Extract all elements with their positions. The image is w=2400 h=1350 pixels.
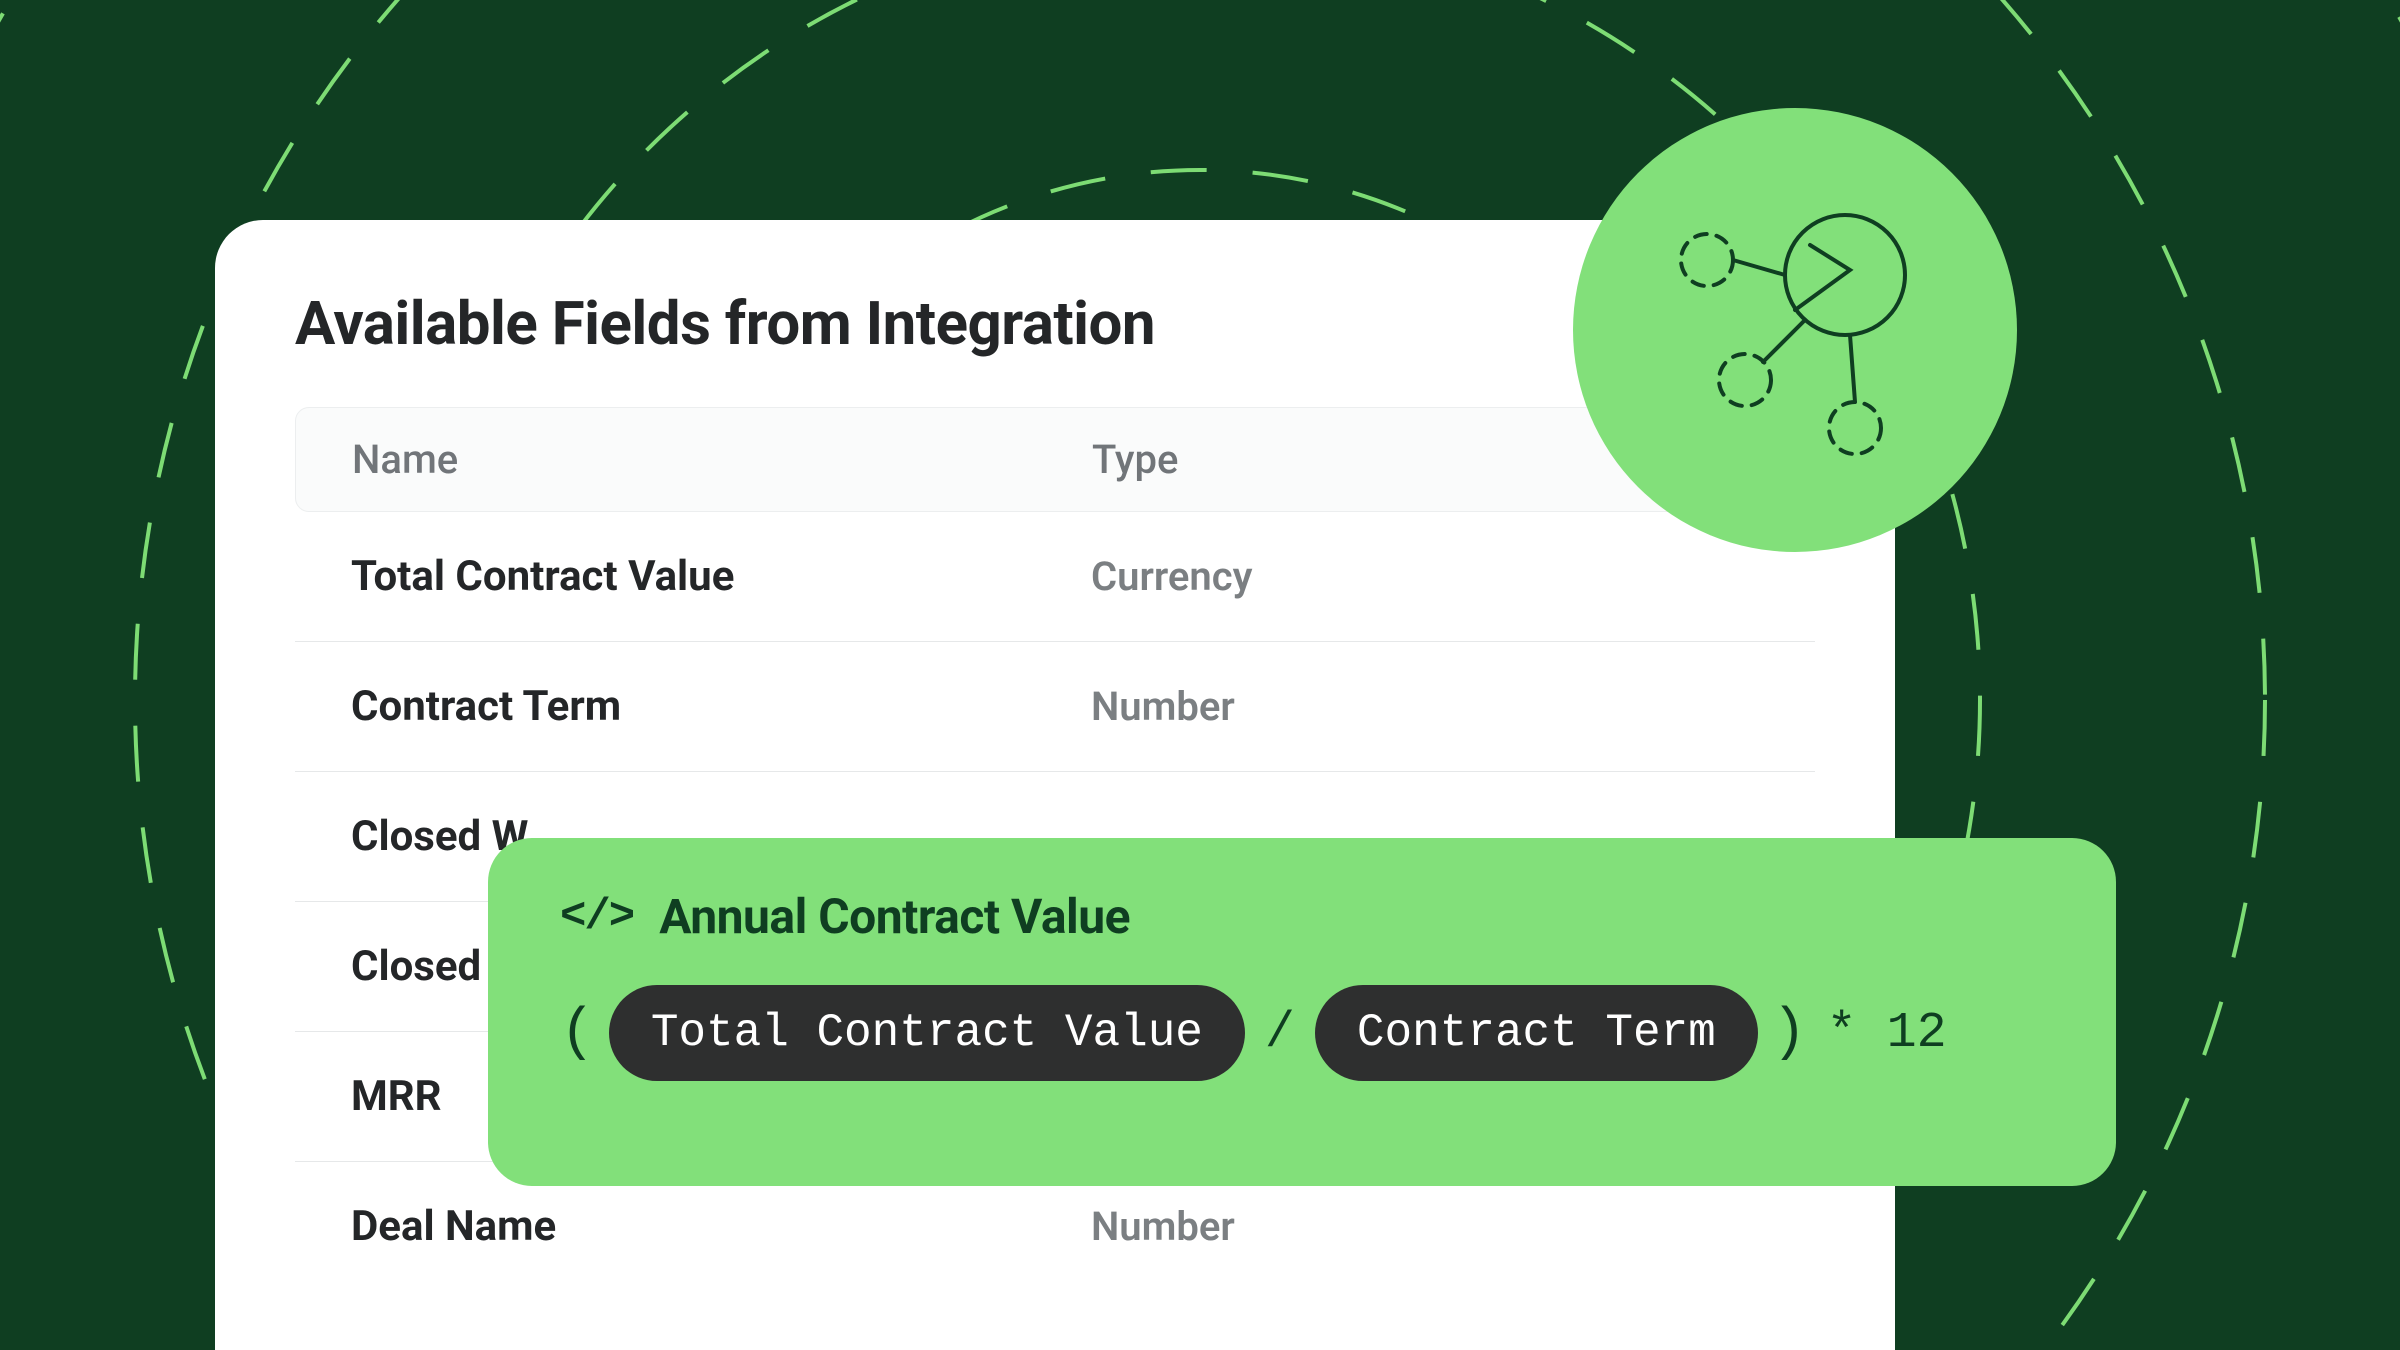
operator-divide: / [1259,1005,1301,1062]
paren-open: ( [560,1001,595,1066]
field-name: Deal Name [351,1202,1091,1251]
field-name: Total Contract Value [351,552,1091,601]
table-row[interactable]: Total Contract Value Currency [295,512,1815,642]
column-header-name: Name [352,436,1092,483]
formula-expression: ( Total Contract Value / Contract Term )… [560,985,2044,1081]
field-type: Currency [1091,553,1759,600]
graph-nodes-icon [1645,180,1945,480]
paren-close: ) [1772,1001,1807,1066]
integration-badge [1573,108,2017,552]
formula-header: </> Annual Contract Value [560,888,2044,945]
formula-token[interactable]: Contract Term [1315,985,1758,1081]
table-row[interactable]: Contract Term Number [295,642,1815,772]
formula-card: </> Annual Contract Value ( Total Contra… [488,838,2116,1186]
field-type: Number [1091,1203,1759,1250]
code-icon: </> [560,892,633,942]
formula-tail: * 12 [1821,1005,1953,1062]
table-header: Name Type [295,407,1815,512]
field-type: Number [1091,683,1759,730]
field-name: Contract Term [351,682,1091,731]
formula-token[interactable]: Total Contract Value [609,985,1245,1081]
formula-title: Annual Contract Value [659,888,1130,945]
